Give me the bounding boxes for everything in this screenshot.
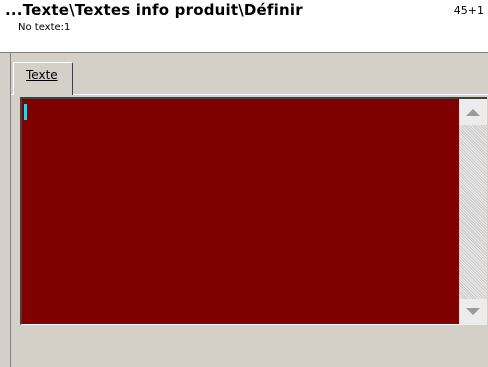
text-editor-area[interactable] (20, 97, 459, 325)
triangle-down-icon (466, 308, 480, 315)
text-caret (24, 104, 27, 120)
record-counter: 45+1 (453, 4, 484, 17)
scroll-down-button[interactable] (459, 299, 487, 325)
tab-texte-label: Texte (26, 68, 58, 82)
window-header: ...Texte\Textes info produit\Définir 45+… (0, 0, 488, 53)
window-title: ...Texte\Textes info produit\Définir (5, 1, 303, 19)
scroll-up-button[interactable] (459, 99, 487, 125)
text-number-label: No texte:1 (18, 22, 71, 33)
vertical-scrollbar[interactable] (459, 97, 487, 325)
tab-texte[interactable]: Texte (13, 62, 73, 95)
triangle-up-icon (466, 109, 480, 116)
